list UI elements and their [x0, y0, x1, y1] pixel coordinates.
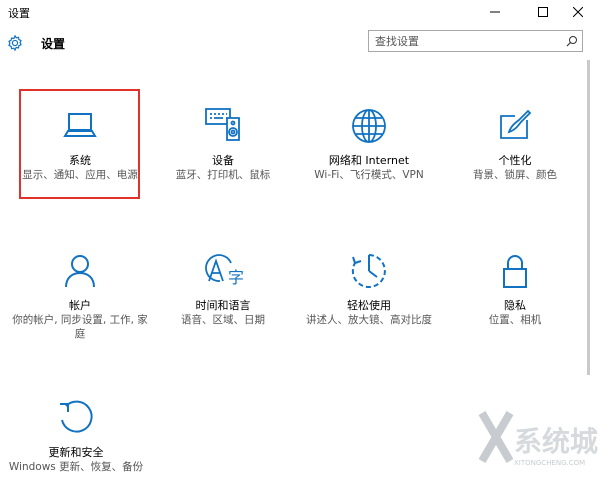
page-title: 设置	[41, 37, 66, 51]
search-box[interactable]	[368, 30, 583, 52]
tile-label: 帐户	[69, 299, 91, 312]
watermark-logo: 系统城 XITONGCHENG.COM	[476, 405, 600, 469]
minimize-button[interactable]	[480, 0, 510, 24]
maximize-icon	[538, 7, 548, 17]
laptop-icon	[63, 113, 97, 137]
tile-label: 轻松使用	[347, 299, 391, 312]
search-icon[interactable]	[566, 35, 578, 47]
maximize-button[interactable]	[528, 0, 558, 24]
tile-description: 显示、通知、应用、电源	[22, 169, 138, 181]
close-icon	[573, 7, 583, 17]
tile-devices[interactable]: 设备 蓝牙、打印机、鼠标	[153, 106, 293, 206]
tile-time-language[interactable]: 字 时间和语言 语音、区域、日期	[153, 251, 293, 351]
svg-text:系统城: 系统城	[514, 425, 598, 458]
tile-network[interactable]: 网络和 Internet Wi-Fi、飞行模式、VPN	[299, 106, 439, 206]
tile-personalization[interactable]: 个性化 背景、锁屏、颜色	[445, 106, 585, 206]
tile-label: 设备	[212, 154, 234, 167]
title-bar: 设置	[0, 0, 600, 24]
gear-icon	[8, 34, 22, 52]
close-button[interactable]	[563, 0, 593, 24]
vertical-scrollbar[interactable]	[584, 60, 594, 375]
tile-description: 蓝牙、打印机、鼠标	[175, 169, 271, 181]
tile-accounts[interactable]: 帐户 你的帐户, 同步设置, 工作, 家庭	[10, 251, 150, 351]
tile-label: 隐私	[504, 299, 526, 312]
tile-description: 背景、锁屏、颜色	[473, 169, 557, 181]
tile-description: 位置、相机	[488, 314, 542, 326]
tile-label: 时间和语言	[195, 299, 251, 312]
tile-privacy[interactable]: 隐私 位置、相机	[445, 251, 585, 351]
tile-description: Wi-Fi、飞行模式、VPN	[314, 169, 424, 181]
scrollbar-thumb[interactable]	[587, 60, 590, 375]
tile-label: 更新和安全	[48, 446, 104, 459]
time-language-icon: 字	[205, 254, 244, 287]
tile-description: 你的帐户, 同步设置, 工作, 家庭	[12, 314, 148, 340]
update-icon	[60, 400, 93, 433]
ease-of-access-icon	[351, 254, 386, 288]
person-icon	[65, 255, 95, 288]
tile-ease-of-access[interactable]: 轻松使用 讲述人、放大镜、高对比度	[299, 251, 439, 351]
tile-system[interactable]: 系统 显示、通知、应用、电源	[10, 106, 150, 206]
tile-description: 讲述人、放大镜、高对比度	[306, 314, 432, 326]
personalization-icon	[500, 109, 532, 139]
tile-label: 网络和 Internet	[328, 154, 410, 167]
minimize-icon	[490, 11, 500, 13]
tile-update-security[interactable]: 更新和安全 Windows 更新、恢复、备份	[6, 398, 146, 498]
search-input[interactable]	[375, 31, 555, 51]
tile-description: Windows 更新、恢复、备份	[8, 461, 144, 473]
svg-text:字: 字	[228, 268, 244, 287]
lock-icon	[503, 255, 527, 288]
devices-icon	[205, 108, 240, 141]
svg-text:XITONGCHENG.COM: XITONGCHENG.COM	[514, 459, 585, 467]
tile-label: 个性化	[498, 154, 532, 167]
window-title: 设置	[8, 7, 30, 20]
tile-label: 系统	[69, 154, 91, 167]
tile-description: 语音、区域、日期	[181, 314, 265, 326]
watermark-logo-icon: 系统城 XITONGCHENG.COM	[478, 410, 598, 467]
globe-icon	[352, 109, 386, 143]
